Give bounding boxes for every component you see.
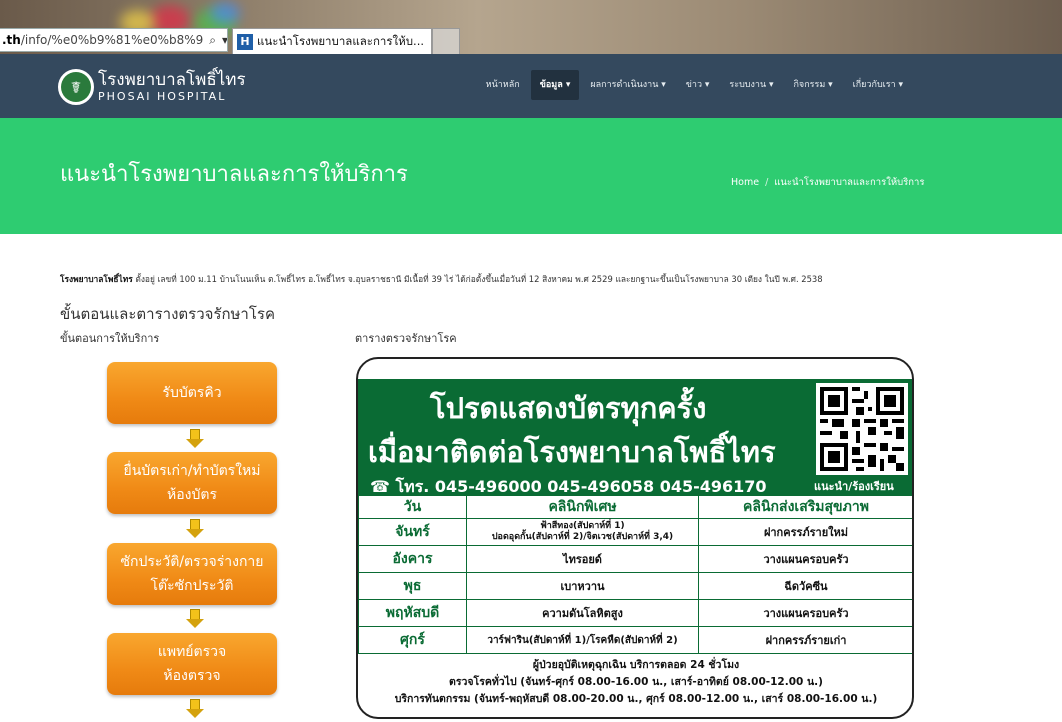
schedule-banner: โปรดแสดงบัตรทุกครั้ง เมื่อมาติดต่อโรงพยา…: [358, 379, 912, 496]
search-icon[interactable]: ⌕: [209, 29, 216, 51]
schedule-subheading: ตารางตรวจรักษาโรค: [355, 332, 457, 345]
flow-step-label: ซักประวัติ/ตรวจร่างกาย: [120, 554, 264, 570]
down-arrow-icon: [186, 519, 204, 539]
down-arrow-icon: [186, 699, 204, 719]
breadcrumb-home-link[interactable]: Home: [731, 177, 759, 188]
hospital-emblem-icon: ☤: [58, 69, 94, 105]
new-tab-button[interactable]: [432, 28, 460, 54]
service-hours-line: ผู้ป่วยอุบัติเหตุฉุกเฉิน บริการตลอด 24 ช…: [532, 659, 740, 671]
service-steps-subheading: ขั้นตอนการให้บริการ: [60, 332, 160, 345]
menu-systems[interactable]: ระบบงาน ▾: [720, 70, 782, 100]
day-cell: จันทร์: [358, 518, 467, 546]
browser-tab[interactable]: H แนะนำโรงพยาบาลและการให้บ... ✕: [232, 28, 432, 54]
service-hours: ผู้ป่วยอุบัติเหตุฉุกเฉิน บริการตลอด 24 ช…: [358, 657, 912, 708]
qr-code-icon: [816, 383, 908, 475]
dropdown-icon[interactable]: ▾: [222, 29, 227, 51]
day-cell: พฤหัสบดี: [358, 599, 467, 627]
table-row: ศุกร์ วาร์ฟาริน(สัปดาห์ที่ 1)/โรคหืด(สัป…: [358, 626, 912, 654]
special-clinic-cell: เบาหวาน: [466, 572, 699, 600]
flow-step-label: รับบัตรคิว: [162, 385, 222, 401]
flow-step-3: ซักประวัติ/ตรวจร่างกาย โต๊ะซักประวัติ: [107, 543, 277, 605]
table-row: พุธ เบาหวาน ฉีดวัคซีน: [358, 572, 912, 600]
service-hours-line: ตรวจโรคทั่วไป (จันทร์-ศุกร์ 08.00-16.00 …: [449, 676, 823, 688]
table-row: พฤหัสบดี ความดันโลหิตสูง วางแผนครอบครัว: [358, 599, 912, 627]
table-header-row: วัน คลินิกพิเศษ คลินิกส่งเสริมสุขภาพ: [358, 495, 912, 519]
logo-english-name: PHOSAI HOSPITAL: [98, 90, 227, 103]
flow-step-1: รับบัตรคิว: [107, 362, 277, 424]
special-clinic-cell: ไทรอยด์: [466, 545, 699, 573]
col-header-health-promotion: คลินิกส่งเสริมสุขภาพ: [698, 495, 912, 519]
flow-step-4: แพทย์ตรวจ ห้องตรวจ: [107, 633, 277, 695]
qr-caption: แนะนำ/ร้องเรียน: [814, 480, 894, 493]
browser-chrome: .th/info/%e0%b9%81%e0%b8%9 ⌕ ▾ ↻ H แนะนำ…: [0, 0, 1062, 54]
promo-clinic-cell: วางแผนครอบครัว: [698, 599, 912, 627]
day-cell: ศุกร์: [358, 626, 467, 654]
menu-performance[interactable]: ผลการดำเนินงาน ▾: [581, 70, 674, 100]
down-arrow-icon: [186, 609, 204, 629]
down-arrow-icon: [186, 429, 204, 449]
address-bar[interactable]: .th/info/%e0%b9%81%e0%b8%9 ⌕ ▾ ↻: [0, 28, 228, 52]
breadcrumb-current: แนะนำโรงพยาบาลและการให้บริการ: [774, 177, 925, 188]
table-row: อังคาร ไทรอยด์ วางแผนครอบครัว: [358, 545, 912, 573]
site-logo[interactable]: ☤ โรงพยาบาลโพธิ์ไทร PHOSAI HOSPITAL: [58, 69, 246, 105]
special-clinic-cell: วาร์ฟาริน(สัปดาห์ที่ 1)/โรคหืด(สัปดาห์ที…: [466, 626, 699, 654]
menu-news[interactable]: ข่าว ▾: [677, 70, 719, 100]
logo-thai-name: โรงพยาบาลโพธิ์ไทร: [98, 70, 246, 90]
site-navbar: ☤ โรงพยาบาลโพธิ์ไทร PHOSAI HOSPITAL หน้า…: [0, 54, 1062, 118]
page-title: แนะนำโรงพยาบาลและการให้บริการ: [60, 162, 408, 187]
special-clinic-line: ฟ้าสีทอง(สัปดาห์ที่ 1): [540, 521, 625, 531]
menu-about[interactable]: เกี่ยวกับเรา ▾: [844, 70, 912, 100]
promo-clinic-cell: ฝากครรภ์รายเก่า: [698, 626, 912, 654]
special-clinic-cell: ฟ้าสีทอง(สัปดาห์ที่ 1) ปอดอุดกั้น(สัปดาห์…: [466, 518, 699, 546]
address-host: .th: [2, 33, 21, 47]
desktop-blur: [210, 2, 240, 24]
intro-paragraph: โรงพยาบาลโพธิ์ไทร ตั้งอยู่ เลขที่ 100 ม.…: [60, 272, 823, 286]
special-clinic-line: ปอดอุดกั้น(สัปดาห์ที่ 2)/จิตเวช(สัปดาห์ท…: [491, 532, 674, 542]
flow-step-2: ยื่นบัตรเก่า/ทำบัตรใหม่ ห้องบัตร: [107, 452, 277, 514]
flow-step-location: ห้องตรวจ: [163, 668, 221, 684]
day-cell: อังคาร: [358, 545, 467, 573]
promo-clinic-cell: ฉีดวัคซีน: [698, 572, 912, 600]
section-heading: ขั้นตอนและตารางตรวจรักษาโรค: [60, 305, 276, 323]
col-header-special-clinic: คลินิกพิเศษ: [466, 495, 699, 519]
flow-step-label: แพทย์ตรวจ: [157, 644, 227, 660]
flow-step-location: ห้องบัตร: [167, 487, 217, 503]
special-clinic-cell: ความดันโลหิตสูง: [466, 599, 699, 627]
promo-clinic-cell: ฝากครรภ์รายใหม่: [698, 518, 912, 546]
flow-step-label: ยื่นบัตรเก่า/ทำบัตรใหม่: [123, 463, 261, 479]
banner-line-1: โปรดแสดงบัตรทุกครั้ง: [430, 391, 707, 425]
menu-info[interactable]: ข้อมูล ▾: [530, 70, 580, 100]
main-menu: หน้าหลัก ข้อมูล ▾ ผลการดำเนินงาน ▾ ข่าว …: [475, 70, 912, 100]
col-header-day: วัน: [358, 495, 467, 519]
table-row: จันทร์ ฟ้าสีทอง(สัปดาห์ที่ 1) ปอดอุดกั้น(…: [358, 518, 912, 546]
schedule-card: โปรดแสดงบัตรทุกครั้ง เมื่อมาติดต่อโรงพยา…: [356, 357, 914, 719]
day-cell: พุธ: [358, 572, 467, 600]
intro-text: ตั้งอยู่ เลขที่ 100 ม.11 บ้านโนนเห็น ต.โ…: [132, 274, 823, 284]
banner-line-2: เมื่อมาติดต่อโรงพยาบาลโพธิ์ไทร: [368, 435, 776, 469]
tab-title: แนะนำโรงพยาบาลและการให้บ...: [257, 33, 425, 48]
promo-clinic-cell: วางแผนครอบครัว: [698, 545, 912, 573]
intro-hospital-name: โรงพยาบาลโพธิ์ไทร: [60, 274, 133, 284]
flow-step-location: โต๊ะซักประวัติ: [150, 578, 234, 594]
service-hours-line: บริการทันตกรรม (จันทร์-พฤหัสบดี 08.00-20…: [394, 693, 878, 705]
menu-home[interactable]: หน้าหลัก: [477, 70, 529, 100]
page-header: แนะนำโรงพยาบาลและการให้บริการ Home / แนะนำ…: [0, 118, 1062, 234]
breadcrumb: Home / แนะนำโรงพยาบาลและการให้บริการ: [731, 177, 925, 188]
address-path: /info/%e0%b9%81%e0%b8%9: [20, 33, 204, 47]
favicon-icon: H: [237, 33, 253, 50]
clinic-schedule-table: วัน คลินิกพิเศษ คลินิกส่งเสริมสุขภาพ จัน…: [358, 495, 912, 654]
menu-activities[interactable]: กิจกรรม ▾: [784, 70, 841, 100]
